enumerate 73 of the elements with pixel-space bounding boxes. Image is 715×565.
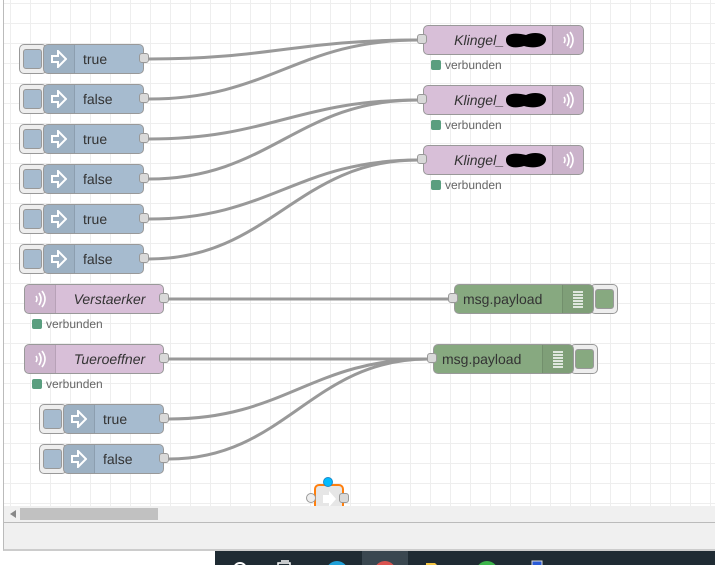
node-label: Klingel_ <box>454 92 504 108</box>
output-port[interactable] <box>339 493 349 503</box>
status-text: verbunden <box>46 317 103 331</box>
node-label: true <box>83 51 108 67</box>
flow-node[interactable]: false <box>43 164 144 194</box>
output-port[interactable] <box>139 253 149 263</box>
node-label: false <box>103 451 133 467</box>
flow-node[interactable]: false <box>63 444 164 474</box>
node-label: Tueroeffner <box>74 351 146 367</box>
wave-icon <box>562 151 574 169</box>
taskbar-app-button[interactable] <box>362 551 408 565</box>
list-icon <box>552 350 564 368</box>
output-port[interactable] <box>159 353 169 363</box>
flow-node[interactable]: false <box>43 244 144 274</box>
flow-node[interactable]: true <box>43 44 144 74</box>
arrow-icon <box>51 210 67 228</box>
output-port[interactable] <box>139 133 149 143</box>
input-port[interactable] <box>306 493 316 503</box>
arrow-icon <box>321 491 337 506</box>
arrow-icon <box>51 50 67 68</box>
node-label: true <box>83 131 108 147</box>
output-port[interactable] <box>139 173 149 183</box>
status-text: verbunden <box>445 178 502 192</box>
output-port[interactable] <box>159 293 169 303</box>
node-label: true <box>103 411 128 427</box>
status-text: verbunden <box>445 58 502 72</box>
arrow-icon <box>71 410 87 428</box>
flow-node[interactable]: true <box>63 404 164 434</box>
flow-node[interactable]: false <box>43 84 144 114</box>
list-icon <box>572 290 584 308</box>
node-label: Verstaerker <box>74 291 146 307</box>
node-label: msg.payload <box>463 291 542 307</box>
horizontal-scrollbar[interactable] <box>3 506 715 522</box>
input-port[interactable] <box>417 34 427 44</box>
input-port[interactable] <box>427 353 437 363</box>
flow-node[interactable]: Verstaerker <box>24 284 164 314</box>
wave-icon <box>34 350 46 368</box>
input-port[interactable] <box>448 293 458 303</box>
output-port[interactable] <box>139 53 149 63</box>
node-label: false <box>83 171 113 187</box>
flow-node[interactable] <box>314 484 344 506</box>
flow-node[interactable]: Klingel_ <box>423 85 584 115</box>
input-port[interactable] <box>417 154 427 164</box>
left-arrow-icon[interactable] <box>10 510 16 518</box>
output-port[interactable] <box>139 93 149 103</box>
arrow-icon <box>51 250 67 268</box>
node-label: Klingel_ <box>454 32 504 48</box>
node-label: Klingel_ <box>454 152 504 168</box>
flow-node[interactable]: Klingel_ <box>423 145 584 175</box>
arrow-icon <box>51 90 67 108</box>
node-label: true <box>83 211 108 227</box>
flow-node[interactable]: msg.payload <box>454 284 594 314</box>
arrow-icon <box>71 450 87 468</box>
node-label: false <box>83 91 113 107</box>
flow-node[interactable]: Klingel_ <box>423 25 584 55</box>
wave-icon <box>562 91 574 109</box>
arrow-icon <box>51 170 67 188</box>
scrollbar-thumb[interactable] <box>20 508 158 520</box>
output-port[interactable] <box>159 453 169 463</box>
node-label: false <box>83 251 113 267</box>
status-text: verbunden <box>46 377 103 391</box>
status-text: verbunden <box>445 118 502 132</box>
flow-node[interactable]: true <box>43 124 144 154</box>
flow-node[interactable]: msg.payload <box>433 344 574 374</box>
node-label: msg.payload <box>442 351 522 367</box>
wave-icon <box>562 31 574 49</box>
output-port[interactable] <box>159 413 169 423</box>
flow-node[interactable]: true <box>43 204 144 234</box>
flow-node[interactable]: Tueroeffner <box>24 344 164 374</box>
wave-icon <box>34 290 46 308</box>
input-port[interactable] <box>417 94 427 104</box>
output-port[interactable] <box>139 213 149 223</box>
arrow-icon <box>51 130 67 148</box>
